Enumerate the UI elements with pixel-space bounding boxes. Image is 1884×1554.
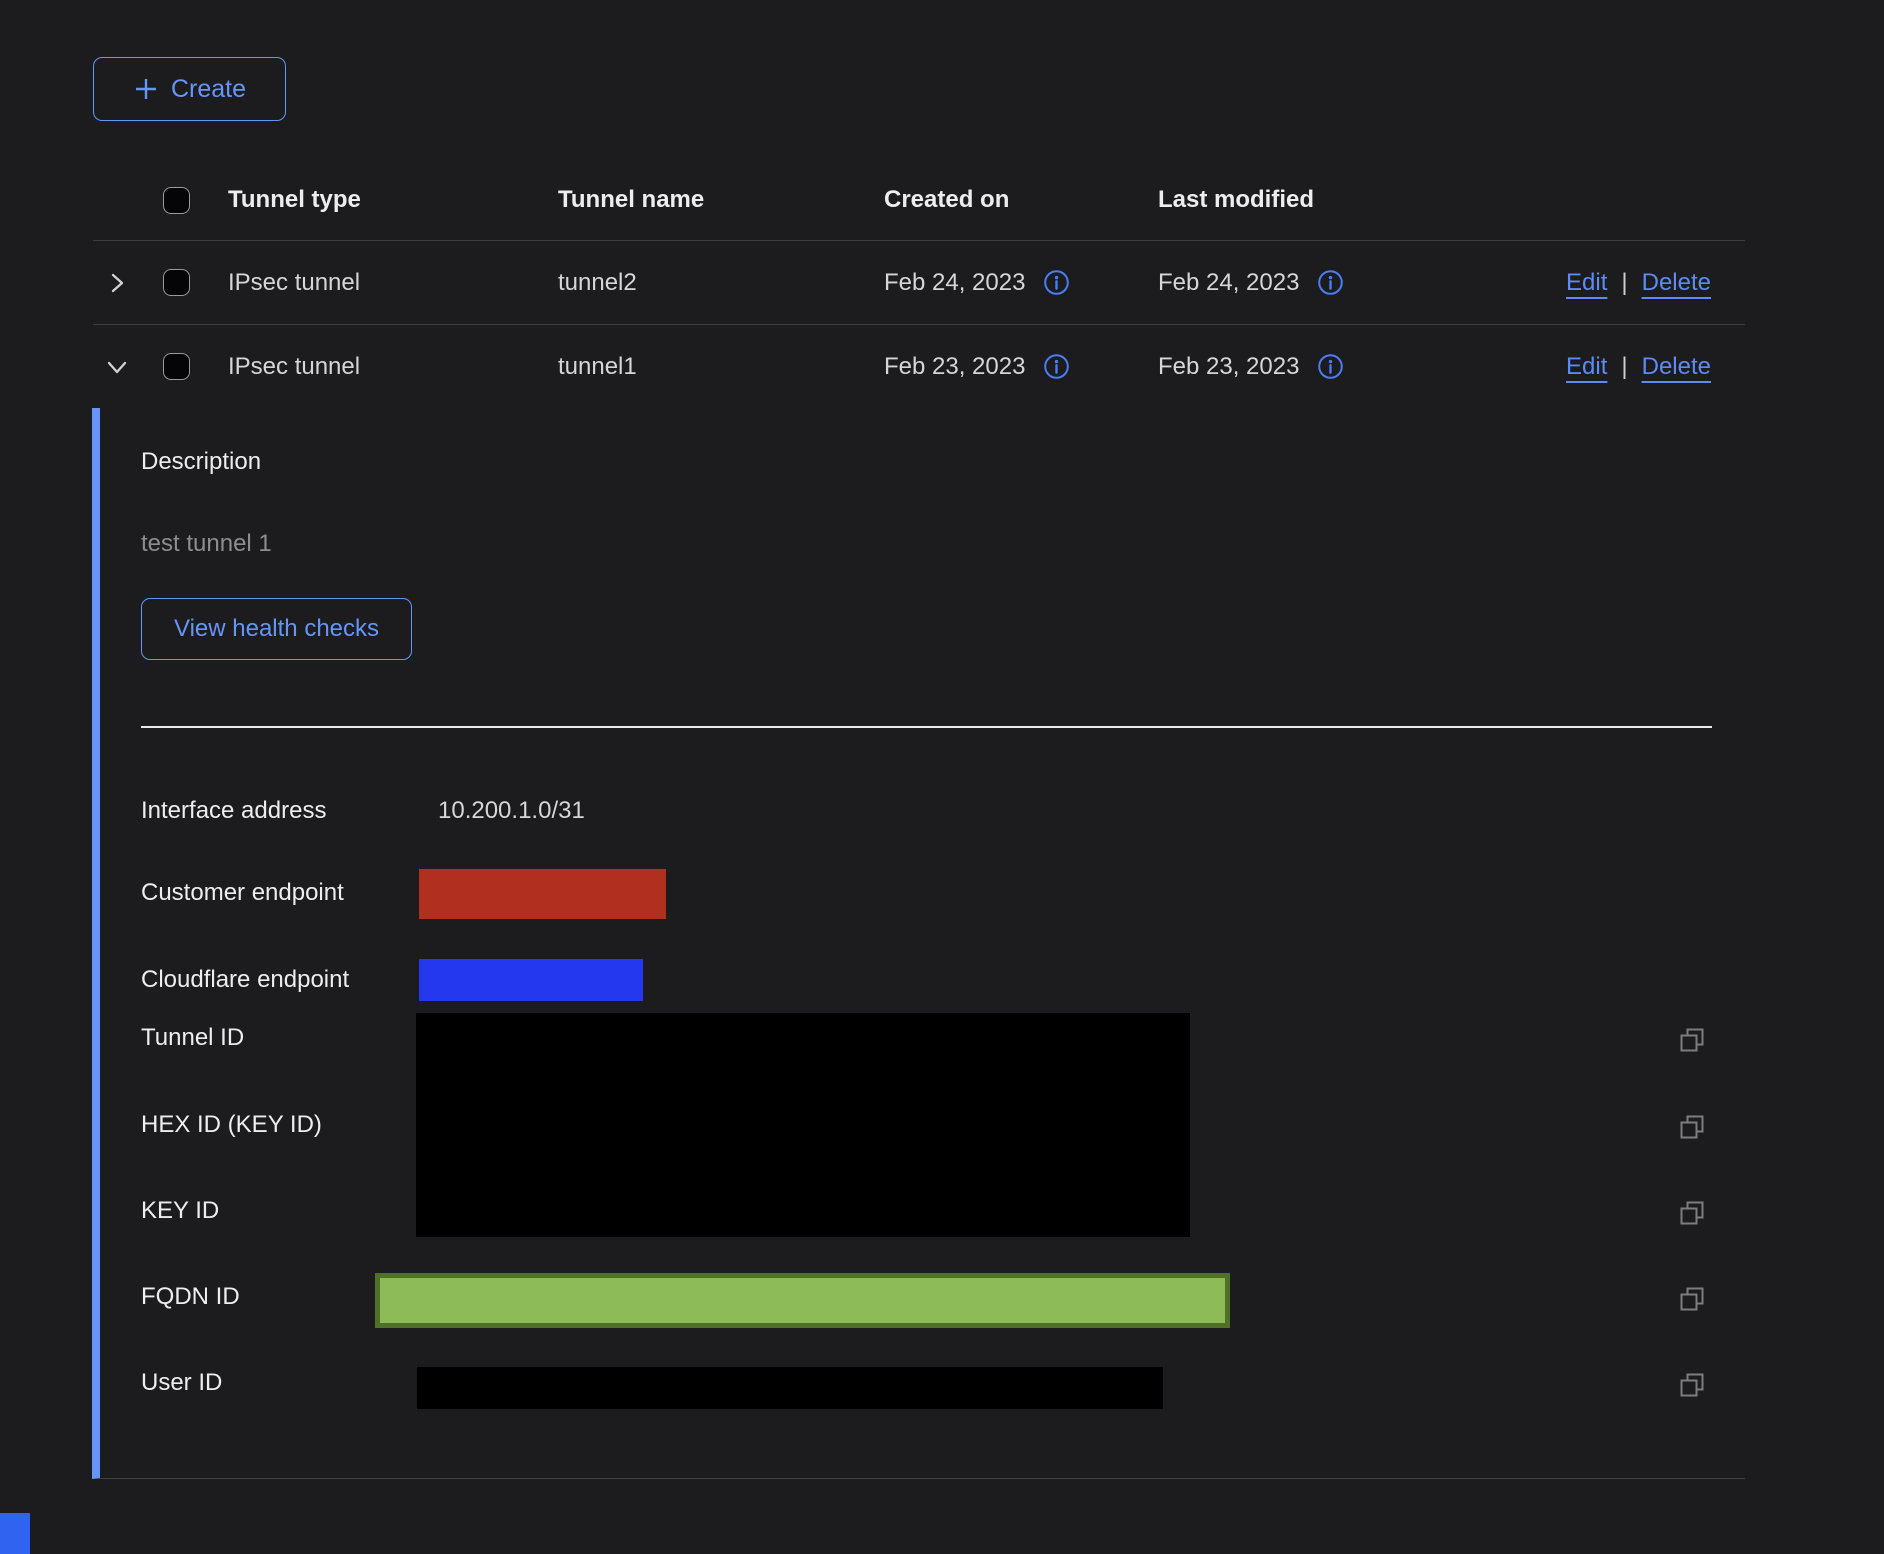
- hex-id-label: HEX ID (KEY ID): [141, 1111, 322, 1139]
- copy-hex-id-button[interactable]: [1678, 1113, 1706, 1141]
- created-on-date: Feb 24, 2023: [884, 269, 1025, 297]
- info-icon[interactable]: [1317, 269, 1344, 296]
- plus-icon: [133, 76, 159, 102]
- user-id-label: User ID: [141, 1369, 222, 1397]
- tunnel-type-cell: IPsec tunnel: [228, 353, 558, 381]
- row-actions-cell: Edit | Delete: [1458, 353, 1745, 381]
- fqdn-id-redacted-value: [375, 1273, 1230, 1328]
- customer-endpoint-label: Customer endpoint: [141, 879, 344, 907]
- chevron-right-icon[interactable]: [103, 269, 131, 297]
- copy-icon: [1678, 1371, 1706, 1399]
- copy-icon: [1678, 1199, 1706, 1227]
- column-header-tunnel-name: Tunnel name: [558, 186, 884, 214]
- tunnel-details-panel: Description test tunnel 1 View health ch…: [92, 408, 1745, 1479]
- key-id-label: KEY ID: [141, 1197, 219, 1225]
- row-checkbox[interactable]: [163, 353, 190, 380]
- actions-separator: |: [1621, 269, 1627, 297]
- created-on-date: Feb 23, 2023: [884, 353, 1025, 381]
- actions-separator: |: [1621, 353, 1627, 381]
- row-actions-cell: Edit | Delete: [1458, 269, 1745, 297]
- create-button-label: Create: [171, 75, 246, 104]
- view-health-checks-button[interactable]: View health checks: [141, 598, 412, 660]
- tunnel-name-cell: tunnel2: [558, 269, 884, 297]
- expander-cell: [93, 269, 163, 297]
- delete-link[interactable]: Delete: [1642, 269, 1711, 297]
- copy-icon: [1678, 1026, 1706, 1054]
- created-on-cell: Feb 23, 2023: [884, 353, 1158, 381]
- cloudflare-endpoint-label: Cloudflare endpoint: [141, 966, 349, 994]
- table-row-tunnel1: IPsec tunnel tunnel1 Feb 23, 2023 Feb 23…: [93, 324, 1745, 408]
- ids-redacted-values: [416, 1013, 1190, 1237]
- info-icon[interactable]: [1317, 353, 1344, 380]
- last-modified-cell: Feb 24, 2023: [1158, 269, 1458, 297]
- chevron-down-icon[interactable]: [103, 353, 131, 381]
- section-divider: [141, 726, 1712, 728]
- tunnel-type-cell: IPsec tunnel: [228, 269, 558, 297]
- table-header-row: Tunnel type Tunnel name Created on Last …: [93, 160, 1745, 240]
- delete-link[interactable]: Delete: [1642, 353, 1711, 381]
- tunnel-id-label: Tunnel ID: [141, 1024, 244, 1052]
- row-checkbox-cell: [163, 353, 228, 380]
- select-all-checkbox[interactable]: [163, 187, 190, 214]
- copy-tunnel-id-button[interactable]: [1678, 1026, 1706, 1054]
- interface-address-label: Interface address: [141, 797, 326, 825]
- tunnel-name-cell: tunnel1: [558, 353, 884, 381]
- created-on-cell: Feb 24, 2023: [884, 269, 1158, 297]
- description-value: test tunnel 1: [141, 530, 272, 558]
- copy-icon: [1678, 1113, 1706, 1141]
- copy-key-id-button[interactable]: [1678, 1199, 1706, 1227]
- customer-endpoint-redacted-value: [419, 869, 666, 919]
- fqdn-id-label: FQDN ID: [141, 1283, 240, 1311]
- offscreen-blue-element: [0, 1513, 30, 1554]
- expander-cell: [93, 353, 163, 381]
- copy-fqdn-id-button[interactable]: [1678, 1285, 1706, 1313]
- column-header-created-on: Created on: [884, 186, 1158, 214]
- interface-address-value: 10.200.1.0/31: [438, 797, 585, 825]
- info-icon[interactable]: [1043, 269, 1070, 296]
- last-modified-date: Feb 24, 2023: [1158, 269, 1299, 297]
- column-header-tunnel-type: Tunnel type: [228, 186, 558, 214]
- description-label: Description: [141, 448, 261, 476]
- user-id-redacted-value: [417, 1367, 1163, 1409]
- copy-icon: [1678, 1285, 1706, 1313]
- edit-link[interactable]: Edit: [1566, 353, 1607, 381]
- column-header-last-modified: Last modified: [1158, 186, 1458, 214]
- copy-user-id-button[interactable]: [1678, 1371, 1706, 1399]
- select-all-cell: [163, 187, 228, 214]
- table-row-tunnel2: IPsec tunnel tunnel2 Feb 24, 2023 Feb 24…: [93, 240, 1745, 324]
- create-button[interactable]: Create: [93, 57, 286, 121]
- tunnels-table: Tunnel type Tunnel name Created on Last …: [93, 160, 1745, 408]
- last-modified-date: Feb 23, 2023: [1158, 353, 1299, 381]
- tunnels-page: Create Tunnel type Tunnel name Created o…: [0, 0, 1884, 1554]
- info-icon[interactable]: [1043, 353, 1070, 380]
- last-modified-cell: Feb 23, 2023: [1158, 353, 1458, 381]
- edit-link[interactable]: Edit: [1566, 269, 1607, 297]
- cloudflare-endpoint-redacted-value: [419, 959, 643, 1001]
- row-checkbox-cell: [163, 269, 228, 296]
- row-checkbox[interactable]: [163, 269, 190, 296]
